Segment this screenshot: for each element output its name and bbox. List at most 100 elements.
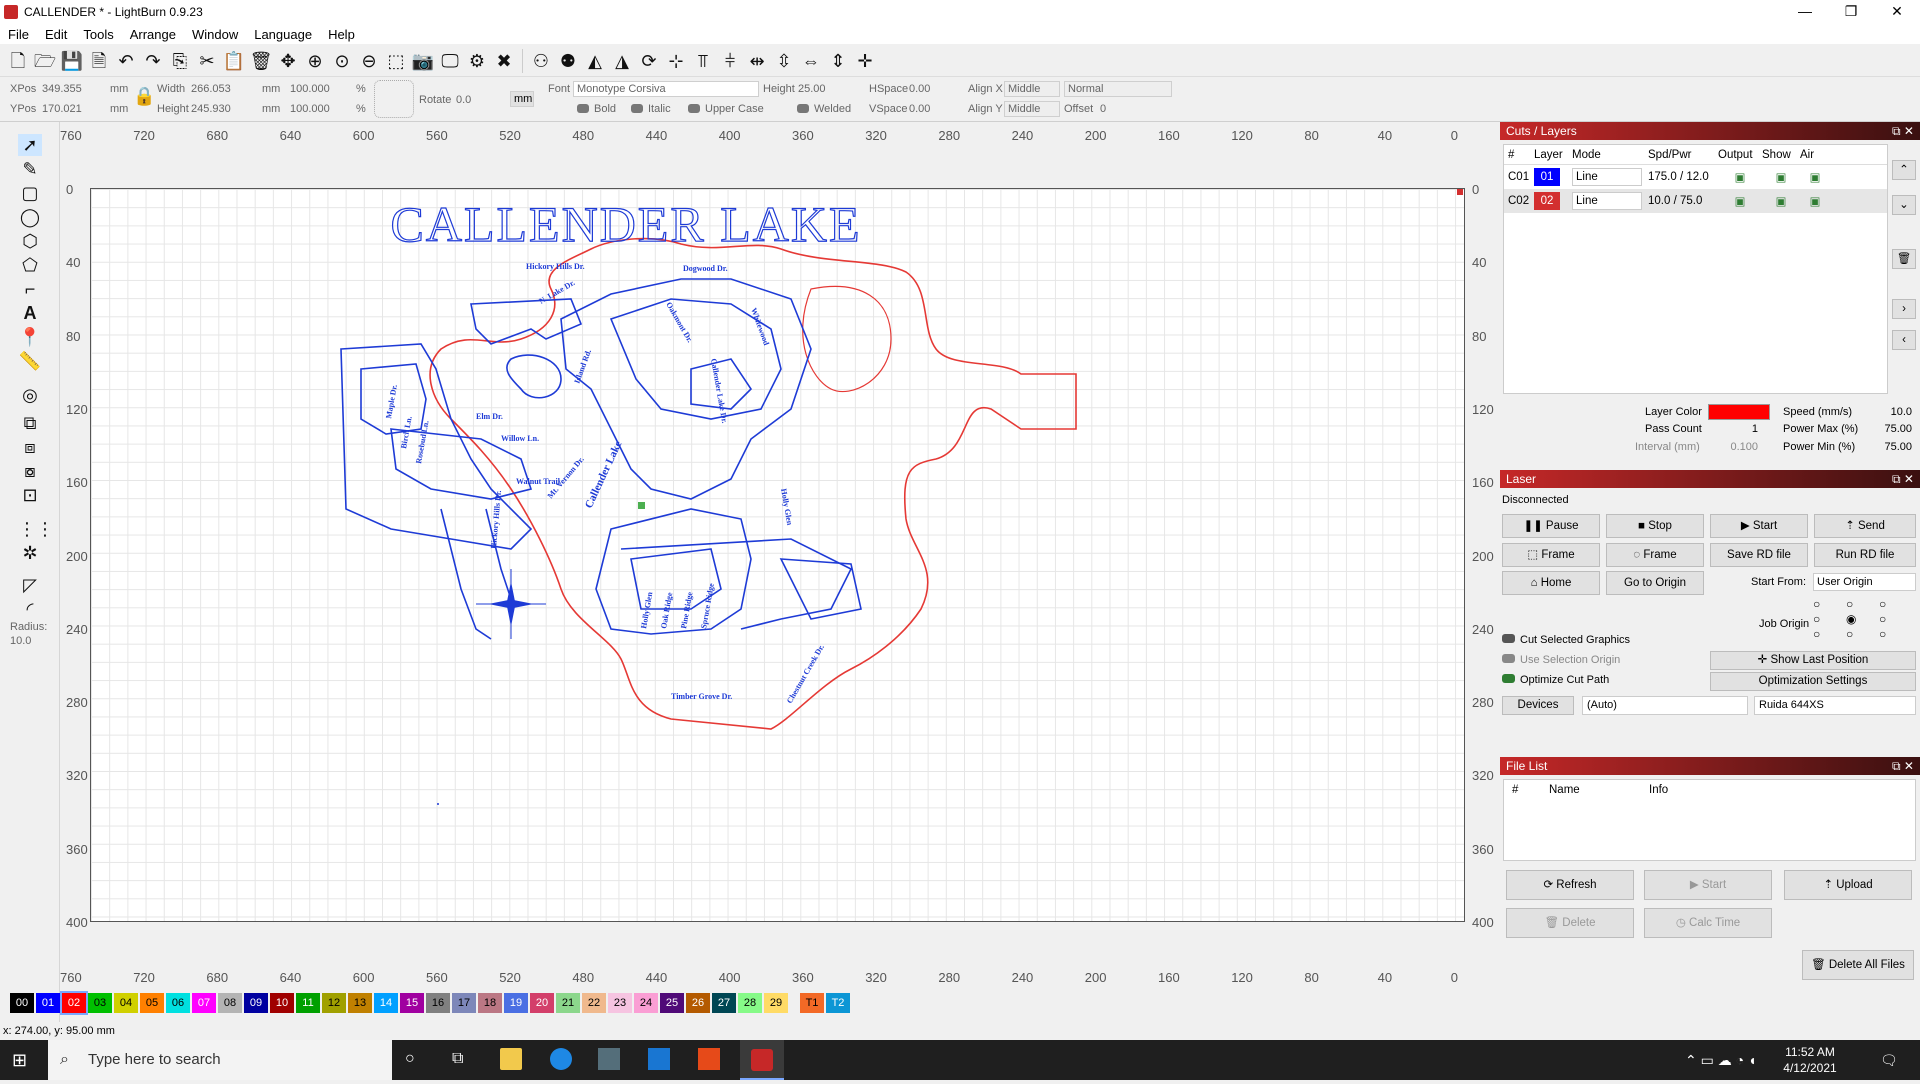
draw-lines-icon[interactable]: ⌐: [18, 278, 42, 300]
air-toggle-icon[interactable]: ▣: [1800, 170, 1830, 184]
palette-swatch-08[interactable]: 08: [218, 993, 242, 1013]
origin-radio-ml[interactable]: ○: [1813, 613, 1846, 625]
frame-button[interactable]: ⬚ Frame: [1502, 543, 1600, 567]
menu-help[interactable]: Help: [320, 27, 363, 42]
palette-swatch-24[interactable]: 24: [634, 993, 658, 1013]
menu-arrange[interactable]: Arrange: [122, 27, 184, 42]
rotate-field[interactable]: 0.0: [456, 92, 471, 108]
palette-swatch-22[interactable]: 22: [582, 993, 606, 1013]
lightburn-taskbar-button[interactable]: [740, 1040, 784, 1080]
tray-icons[interactable]: ⌃ ▭ ☁ ◔ ◖: [1685, 1040, 1756, 1080]
minimize-button[interactable]: —: [1782, 0, 1828, 24]
clock[interactable]: 11:52 AM 4/12/2021: [1775, 1044, 1845, 1084]
power-min-field[interactable]: 75.00: [1872, 441, 1912, 453]
palette-swatch-20[interactable]: 20: [530, 993, 554, 1013]
zoom-in-icon[interactable]: ⊕: [303, 49, 327, 73]
palette-swatch-18[interactable]: 18: [478, 993, 502, 1013]
ungroup-icon[interactable]: ⚉: [556, 49, 580, 73]
scale-width-field[interactable]: 100.000: [290, 81, 330, 97]
group-icon[interactable]: ⚇: [529, 49, 553, 73]
mirror-horizontal-icon[interactable]: ◭: [583, 49, 607, 73]
mode-select[interactable]: Line: [1572, 192, 1642, 210]
edit-nodes-icon[interactable]: ✎: [18, 158, 42, 180]
device-select[interactable]: Ruida 644XS: [1754, 696, 1916, 715]
show-toggle-icon[interactable]: ▣: [1762, 194, 1800, 208]
corner-tool-icon[interactable]: ◸: [18, 574, 42, 596]
home-button[interactable]: ⌂ Home: [1502, 571, 1600, 595]
file-start-button[interactable]: ▶ Start: [1644, 870, 1772, 900]
maximize-button[interactable]: ❐: [1828, 0, 1874, 24]
layer-color-chip[interactable]: 01: [1534, 168, 1560, 186]
weld-icon[interactable]: ⊡: [18, 484, 42, 506]
cortana-icon[interactable]: ○: [405, 1050, 415, 1068]
palette-swatch-11[interactable]: 11: [296, 993, 320, 1013]
palette-swatch-10[interactable]: 10: [270, 993, 294, 1013]
palette-swatch-01[interactable]: 01: [36, 993, 60, 1013]
go-to-origin-button[interactable]: Go to Origin: [1606, 571, 1704, 595]
devices-button[interactable]: Devices: [1502, 696, 1574, 715]
origin-radio-tr[interactable]: ○: [1879, 598, 1912, 610]
align-y-select[interactable]: Middle: [1004, 101, 1060, 117]
layer-color-chip[interactable]: 02: [1534, 192, 1560, 210]
text-tool-icon[interactable]: A: [18, 302, 42, 324]
store-icon[interactable]: [598, 1048, 620, 1070]
show-toggle-icon[interactable]: ▣: [1762, 170, 1800, 184]
task-view-icon[interactable]: ⧉: [452, 1050, 463, 1068]
palette-swatch-13[interactable]: 13: [348, 993, 372, 1013]
grid-array-icon[interactable]: ⋮⋮: [18, 518, 54, 540]
menu-file[interactable]: File: [0, 27, 37, 42]
palette-swatch-02[interactable]: 02: [60, 991, 88, 1015]
show-last-position-button[interactable]: ✛ Show Last Position: [1710, 651, 1916, 670]
measure-icon[interactable]: 📏: [18, 350, 42, 372]
welded-toggle[interactable]: Welded: [797, 101, 851, 117]
collapse-left-icon[interactable]: ‹: [1892, 330, 1916, 350]
palette-swatch-09[interactable]: 09: [244, 993, 268, 1013]
redo-icon[interactable]: ↷: [141, 49, 165, 73]
pause-button[interactable]: ❚❚ Pause: [1502, 514, 1600, 538]
panel-float-close-icon[interactable]: ⧉ ✕: [1892, 757, 1914, 775]
windows-start-icon[interactable]: ⊞: [12, 1050, 27, 1071]
mail-icon[interactable]: [648, 1048, 670, 1070]
office-icon[interactable]: [698, 1048, 720, 1070]
zoom-fit-icon[interactable]: ⊙: [330, 49, 354, 73]
palette-swatch-28[interactable]: 28: [738, 993, 762, 1013]
select-arrow-icon[interactable]: ➚: [18, 134, 42, 156]
pass-count-field[interactable]: 1: [1708, 423, 1758, 435]
align-top-icon[interactable]: ⫪: [691, 49, 715, 73]
ypos-field[interactable]: 170.021: [42, 101, 82, 117]
hspace-field[interactable]: 0.00: [909, 81, 930, 97]
move-layer-down-button[interactable]: ⌄: [1892, 195, 1916, 215]
delete-button[interactable]: 🗑 Delete: [1506, 908, 1634, 938]
refresh-button[interactable]: ⟳ Refresh: [1506, 870, 1634, 900]
table-row[interactable]: C02 02 Line 10.0 / 75.0 ▣ ▣ ▣: [1504, 189, 1887, 213]
power-max-field[interactable]: 75.00: [1872, 423, 1912, 435]
anchor-grid-icon[interactable]: [374, 80, 414, 118]
save-as-icon[interactable]: 🗎: [87, 49, 111, 73]
make-same-height-icon[interactable]: ⇕: [826, 49, 850, 73]
design-canvas[interactable]: CALLENDER LAKE Hickory Hills Dr. Dogwood…: [90, 188, 1465, 922]
layer-color-swatch[interactable]: [1708, 404, 1770, 420]
frame-circle-button[interactable]: ◌ Frame: [1606, 543, 1704, 567]
close-button[interactable]: ✕: [1874, 0, 1920, 24]
boolean-subtract-icon[interactable]: ⧈: [18, 436, 42, 458]
zoom-page-icon[interactable]: ⬚: [384, 49, 408, 73]
palette-swatch-27[interactable]: 27: [712, 993, 736, 1013]
air-toggle-icon[interactable]: ▣: [1800, 194, 1830, 208]
delete-layer-icon[interactable]: 🗑: [1892, 249, 1916, 269]
palette-swatch-23[interactable]: 23: [608, 993, 632, 1013]
distribute-v-icon[interactable]: ⇳: [772, 49, 796, 73]
height-field[interactable]: 245.930: [191, 101, 231, 117]
pentagon-icon[interactable]: ⬠: [18, 254, 42, 276]
origin-radio-br[interactable]: ○: [1879, 628, 1912, 640]
expand-right-icon[interactable]: ›: [1892, 299, 1916, 319]
edge-browser-icon[interactable]: [550, 1048, 572, 1070]
move-icon[interactable]: ✥: [276, 49, 300, 73]
delete-all-files-button[interactable]: 🗑 Delete All Files: [1802, 950, 1914, 980]
origin-radio-bl[interactable]: ○: [1813, 628, 1846, 640]
rotate-icon[interactable]: ⟳: [637, 49, 661, 73]
palette-swatch-17[interactable]: 17: [452, 993, 476, 1013]
palette-swatch-16[interactable]: 16: [426, 993, 450, 1013]
palette-swatch-07[interactable]: 07: [192, 993, 216, 1013]
output-toggle-icon[interactable]: ▣: [1718, 170, 1762, 184]
save-icon[interactable]: 💾: [60, 49, 84, 73]
